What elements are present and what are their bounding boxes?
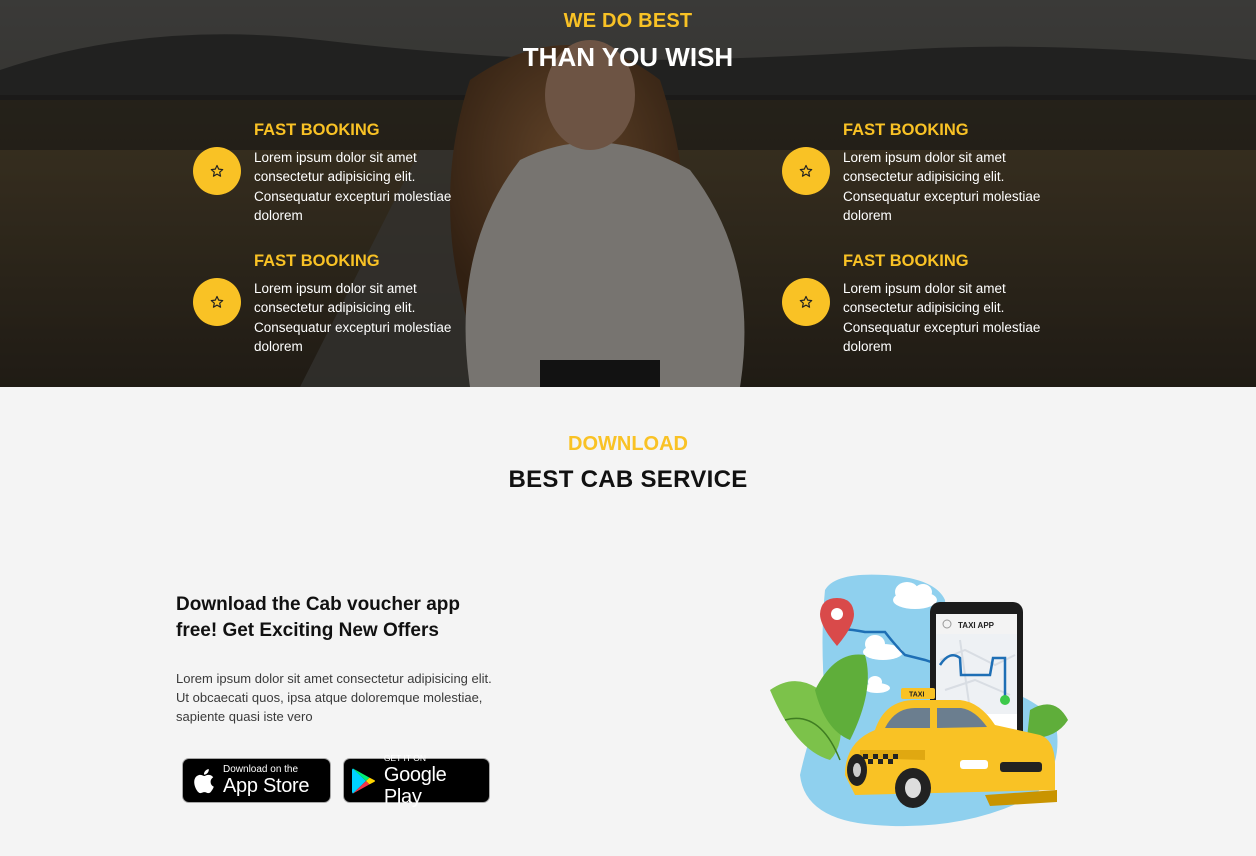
download-title: BEST CAB SERVICE (508, 466, 748, 493)
app-store-small-text: Download on the (223, 764, 299, 775)
feature-title: FAST BOOKING (254, 121, 380, 139)
google-play-icon (344, 767, 384, 795)
taxi-sign-label: TAXI (909, 692, 924, 699)
feature-card: FAST BOOKING Lorem ipsum dolor sit amet … (782, 252, 1082, 362)
star-icon (210, 295, 224, 308)
feature-icon-circle (193, 278, 241, 326)
app-store-big-text: App Store (223, 775, 310, 797)
feature-title: FAST BOOKING (843, 121, 969, 139)
download-description: Lorem ipsum dolor sit amet consectetur a… (176, 671, 492, 724)
google-play-label: GET IT ON Google Play (384, 753, 489, 808)
download-kicker: DOWNLOAD (568, 433, 688, 455)
app-store-label: Download on the App Store (223, 764, 310, 797)
star-icon (799, 295, 813, 308)
feature-card: FAST BOOKING Lorem ipsum dolor sit amet … (193, 252, 493, 362)
feature-title: FAST BOOKING (843, 252, 969, 270)
star-icon (210, 164, 224, 177)
google-play-button[interactable]: GET IT ON Google Play (343, 753, 490, 808)
hero-kicker: WE DO BEST (563, 10, 693, 32)
feature-title: FAST BOOKING (254, 252, 380, 270)
hero-title: THAN YOU WISH (522, 42, 734, 72)
star-icon (799, 164, 813, 177)
download-heading: Download the Cab voucher app free! Get E… (176, 594, 460, 641)
phone-app-label: TAXI APP (958, 621, 995, 630)
google-play-big-text: Google Play (383, 764, 447, 808)
taxi-app-illustration: TAXI APP TAXI (770, 574, 1068, 827)
feature-text: Lorem ipsum dolor sit amet consectetur a… (254, 281, 452, 354)
feature-card: FAST BOOKING Lorem ipsum dolor sit amet … (193, 121, 493, 231)
hero-section: WE DO BEST THAN YOU WISH FAST BOOKING Lo… (0, 0, 1256, 387)
apple-icon (183, 767, 223, 795)
feature-card: FAST BOOKING Lorem ipsum dolor sit amet … (782, 121, 1082, 231)
feature-icon-circle (782, 278, 830, 326)
feature-icon-circle (782, 147, 830, 195)
feature-text: Lorem ipsum dolor sit amet consectetur a… (254, 150, 452, 223)
app-store-button[interactable]: Download on the App Store (182, 758, 331, 803)
google-play-small-text: GET IT ON (383, 753, 427, 763)
feature-icon-circle (193, 147, 241, 195)
feature-text: Lorem ipsum dolor sit amet consectetur a… (843, 150, 1041, 223)
feature-text: Lorem ipsum dolor sit amet consectetur a… (843, 281, 1041, 354)
